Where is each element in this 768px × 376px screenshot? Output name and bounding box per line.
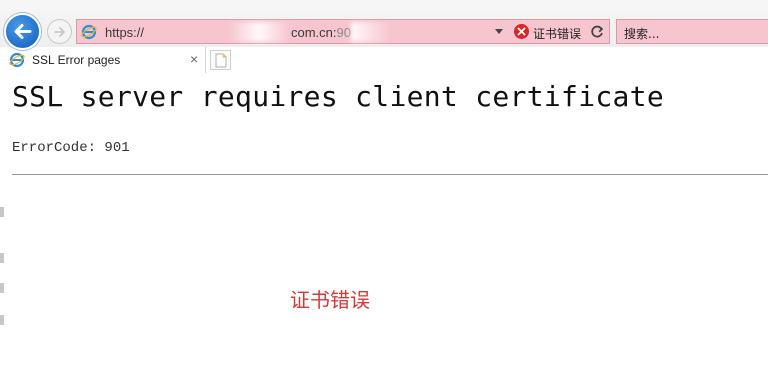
address-url-prefix: https:// <box>105 25 145 40</box>
ie-page-icon <box>81 24 97 40</box>
cert-error-icon[interactable] <box>514 24 529 39</box>
redacted-region <box>228 22 290 42</box>
new-tab-button[interactable] <box>210 50 231 70</box>
ie-page-icon <box>9 52 25 68</box>
horizontal-rule <box>12 174 768 175</box>
new-tab-icon <box>215 53 227 68</box>
edge-mark <box>0 283 4 293</box>
error-code: ErrorCode: 901 <box>12 140 130 156</box>
edge-mark <box>0 253 4 263</box>
search-input[interactable]: 搜索... <box>616 19 768 44</box>
tab-label: SSL Error pages <box>32 53 121 67</box>
back-button[interactable] <box>4 13 41 50</box>
background-window-edge <box>0 195 4 376</box>
edge-mark <box>0 315 4 325</box>
forward-arrow-icon <box>54 27 66 37</box>
tab-ssl-error-pages[interactable]: SSL Error pages × <box>0 47 206 73</box>
address-domain-text: com.cn: <box>291 25 337 40</box>
refresh-icon[interactable] <box>589 24 605 40</box>
chevron-down-icon[interactable] <box>495 29 503 34</box>
redacted-region <box>351 22 391 42</box>
edge-mark <box>0 207 4 217</box>
address-bar[interactable]: https:// com.cn:90 证书错误 <box>76 19 610 44</box>
close-tab-button[interactable]: × <box>190 51 198 67</box>
address-port-text: 90 <box>336 25 351 40</box>
forward-button[interactable] <box>47 19 72 44</box>
browser-window: https:// com.cn:90 证书错误 搜索... SSL Error … <box>0 0 768 376</box>
page-title: SSL server requires client certificate <box>12 80 664 113</box>
tab-strip: SSL Error pages × <box>0 47 768 73</box>
search-placeholder: 搜索... <box>624 27 660 41</box>
cert-error-label[interactable]: 证书错误 <box>533 25 581 42</box>
address-url-domain: com.cn:90 <box>291 25 351 40</box>
back-arrow-icon <box>14 24 32 39</box>
close-x-icon <box>517 27 526 36</box>
annotation-label: 证书错误 <box>290 288 370 312</box>
navigation-bar: https:// com.cn:90 证书错误 搜索... <box>0 0 768 50</box>
